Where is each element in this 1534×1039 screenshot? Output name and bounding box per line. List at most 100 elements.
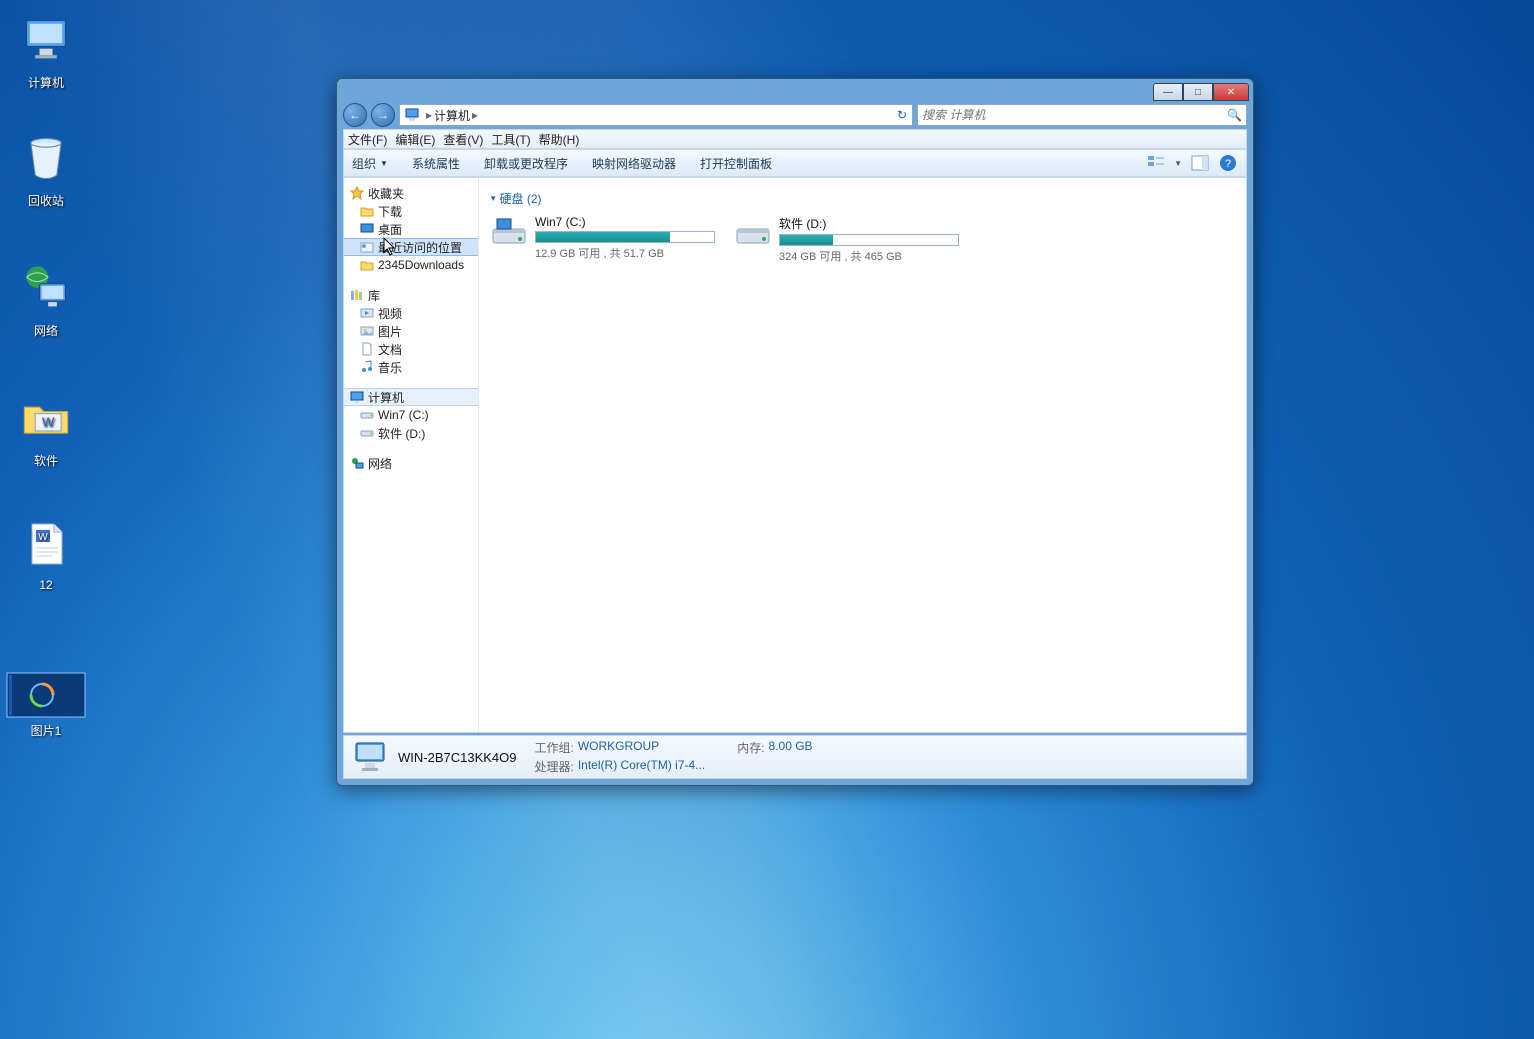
menu-help[interactable]: 帮助(H) bbox=[539, 131, 580, 148]
drive-free-text: 324 GB 可用 , 共 465 GB bbox=[779, 248, 959, 264]
music-icon bbox=[360, 360, 374, 374]
recent-icon bbox=[360, 240, 374, 254]
drive-capacity-bar bbox=[779, 234, 959, 246]
sidebar-item-music[interactable]: 音乐 bbox=[344, 358, 478, 376]
view-mode-dropdown[interactable]: ▼ bbox=[1174, 159, 1182, 168]
desktop-icon-label: 计算机 bbox=[2, 74, 90, 91]
drive-name: 软件 (D:) bbox=[779, 215, 959, 232]
breadcrumb-separator[interactable]: ▸ bbox=[424, 108, 434, 122]
menu-view[interactable]: 查看(V) bbox=[443, 131, 483, 148]
drive-icon bbox=[735, 215, 771, 251]
view-mode-button[interactable] bbox=[1146, 153, 1166, 173]
desktop-icon-label: 图片1 bbox=[2, 722, 90, 739]
explorer-window: — □ ✕ ← → ▸ 计算机 ▸ ↻ 🔍 文件(F) 编辑(E) 查看(V) … bbox=[336, 78, 1254, 786]
svg-text:?: ? bbox=[1225, 158, 1231, 170]
recycle-bin-icon bbox=[16, 128, 76, 188]
collapse-icon: ▾ bbox=[491, 193, 496, 204]
desktop-icon-label: 网络 bbox=[2, 322, 90, 339]
sidebar-item-2345downloads[interactable]: 2345Downloads bbox=[344, 256, 478, 274]
computer-icon bbox=[16, 10, 76, 70]
menu-file[interactable]: 文件(F) bbox=[348, 131, 387, 148]
drive-icon bbox=[491, 215, 527, 251]
drive-free-text: 12.9 GB 可用 , 共 51.7 GB bbox=[535, 245, 715, 261]
toolbar-uninstall-programs[interactable]: 卸载或更改程序 bbox=[484, 155, 568, 172]
menu-bar: 文件(F) 编辑(E) 查看(V) 工具(T) 帮助(H) bbox=[343, 129, 1247, 149]
computer-icon bbox=[352, 739, 388, 775]
nav-forward-button[interactable]: → bbox=[371, 103, 395, 127]
toolbar: 组织▼ 系统属性 卸载或更改程序 映射网络驱动器 打开控制面板 ▼ ? bbox=[343, 149, 1247, 177]
computer-icon bbox=[404, 107, 420, 123]
sidebar-item-recent[interactable]: 最近访问的位置 bbox=[344, 238, 478, 256]
toolbar-system-properties[interactable]: 系统属性 bbox=[412, 155, 460, 172]
search-icon[interactable]: 🔍 bbox=[1227, 108, 1242, 122]
toolbar-organize[interactable]: 组织▼ bbox=[352, 155, 388, 172]
details-pane: WIN-2B7C13KK4O9 工作组: WORKGROUP 内存: 8.00 … bbox=[343, 735, 1247, 779]
drive-info: Win7 (C:) 12.9 GB 可用 , 共 51.7 GB bbox=[535, 215, 715, 264]
navigation-pane: 收藏夹 下载 桌面 最近访问的位置 2345Downloads bbox=[344, 178, 479, 732]
status-workgroup: 工作组: WORKGROUP bbox=[535, 739, 660, 756]
desktop-icon-label: 回收站 bbox=[2, 192, 90, 209]
svg-text:W: W bbox=[38, 532, 48, 543]
menu-edit[interactable]: 编辑(E) bbox=[395, 131, 435, 148]
sidebar-item-videos[interactable]: 视频 bbox=[344, 304, 478, 322]
breadcrumb-location[interactable]: 计算机 bbox=[434, 107, 470, 124]
desktop-icon-label: 12 bbox=[2, 578, 90, 592]
drive-name: Win7 (C:) bbox=[535, 215, 715, 229]
desktop-icon-document[interactable]: W 12 bbox=[2, 514, 90, 592]
desktop-icon-computer[interactable]: 计算机 bbox=[2, 10, 90, 91]
document-icon bbox=[360, 342, 374, 356]
preview-pane-button[interactable] bbox=[1190, 153, 1210, 173]
window-controls: — □ ✕ bbox=[1153, 83, 1249, 101]
desktop-icon-label: 软件 bbox=[2, 452, 90, 469]
drive-capacity-bar bbox=[535, 231, 715, 243]
search-input[interactable] bbox=[922, 108, 1227, 122]
svg-text:W: W bbox=[42, 415, 55, 430]
sidebar-group-favorites: 收藏夹 下载 桌面 最近访问的位置 2345Downloads bbox=[344, 184, 478, 274]
folder-icon bbox=[360, 258, 374, 272]
desktop-icon-picture[interactable]: 图片1 bbox=[2, 672, 90, 739]
close-button[interactable]: ✕ bbox=[1213, 83, 1249, 101]
menu-tools[interactable]: 工具(T) bbox=[491, 131, 530, 148]
sidebar-favorites-header[interactable]: 收藏夹 bbox=[344, 184, 478, 202]
sidebar-network-header[interactable]: 网络 bbox=[344, 454, 478, 472]
sidebar-item-drive-d[interactable]: 软件 (D:) bbox=[344, 424, 478, 442]
sidebar-item-documents[interactable]: 文档 bbox=[344, 340, 478, 358]
nav-back-button[interactable]: ← bbox=[343, 103, 367, 127]
sidebar-computer-header[interactable]: 计算机 bbox=[344, 388, 478, 406]
sidebar-item-desktop[interactable]: 桌面 bbox=[344, 220, 478, 238]
drive-group-header[interactable]: ▾ 硬盘 (2) bbox=[491, 190, 1234, 207]
drive-list: Win7 (C:) 12.9 GB 可用 , 共 51.7 GB 软件 (D:)… bbox=[491, 215, 1234, 264]
star-icon bbox=[350, 186, 364, 200]
document-icon: W bbox=[16, 514, 76, 574]
drive-icon bbox=[360, 426, 374, 440]
refresh-icon[interactable]: ↻ bbox=[894, 107, 910, 123]
toolbar-map-network-drive[interactable]: 映射网络驱动器 bbox=[592, 155, 676, 172]
toolbar-control-panel[interactable]: 打开控制面板 bbox=[700, 155, 772, 172]
breadcrumb-separator[interactable]: ▸ bbox=[470, 108, 480, 122]
sidebar-item-pictures[interactable]: 图片 bbox=[344, 322, 478, 340]
network-icon bbox=[16, 258, 76, 318]
status-computer-name: WIN-2B7C13KK4O9 bbox=[398, 750, 517, 765]
maximize-button[interactable]: □ bbox=[1183, 83, 1213, 101]
help-button[interactable]: ? bbox=[1218, 153, 1238, 173]
sidebar-libraries-header[interactable]: 库 bbox=[344, 286, 478, 304]
picture-icon bbox=[6, 672, 86, 718]
address-row: ← → ▸ 计算机 ▸ ↻ 🔍 bbox=[343, 103, 1247, 127]
desktop-icon bbox=[360, 222, 374, 236]
drive-item-c[interactable]: Win7 (C:) 12.9 GB 可用 , 共 51.7 GB bbox=[491, 215, 711, 264]
drive-item-d[interactable]: 软件 (D:) 324 GB 可用 , 共 465 GB bbox=[735, 215, 955, 264]
sidebar-group-libraries: 库 视频 图片 文档 音乐 bbox=[344, 286, 478, 376]
drive-info: 软件 (D:) 324 GB 可用 , 共 465 GB bbox=[779, 215, 959, 264]
desktop-icon-network[interactable]: 网络 bbox=[2, 258, 90, 339]
network-icon bbox=[350, 456, 364, 470]
desktop-icon-software-folder[interactable]: W 软件 bbox=[2, 388, 90, 469]
search-box[interactable]: 🔍 bbox=[917, 104, 1247, 126]
video-icon bbox=[360, 306, 374, 320]
sidebar-item-downloads[interactable]: 下载 bbox=[344, 202, 478, 220]
desktop-icon-recycle[interactable]: 回收站 bbox=[2, 128, 90, 209]
picture-icon bbox=[360, 324, 374, 338]
sidebar-item-drive-c[interactable]: Win7 (C:) bbox=[344, 406, 478, 424]
address-bar[interactable]: ▸ 计算机 ▸ ↻ bbox=[399, 104, 913, 126]
minimize-button[interactable]: — bbox=[1153, 83, 1183, 101]
sidebar-group-computer: 计算机 Win7 (C:) 软件 (D:) bbox=[344, 388, 478, 442]
